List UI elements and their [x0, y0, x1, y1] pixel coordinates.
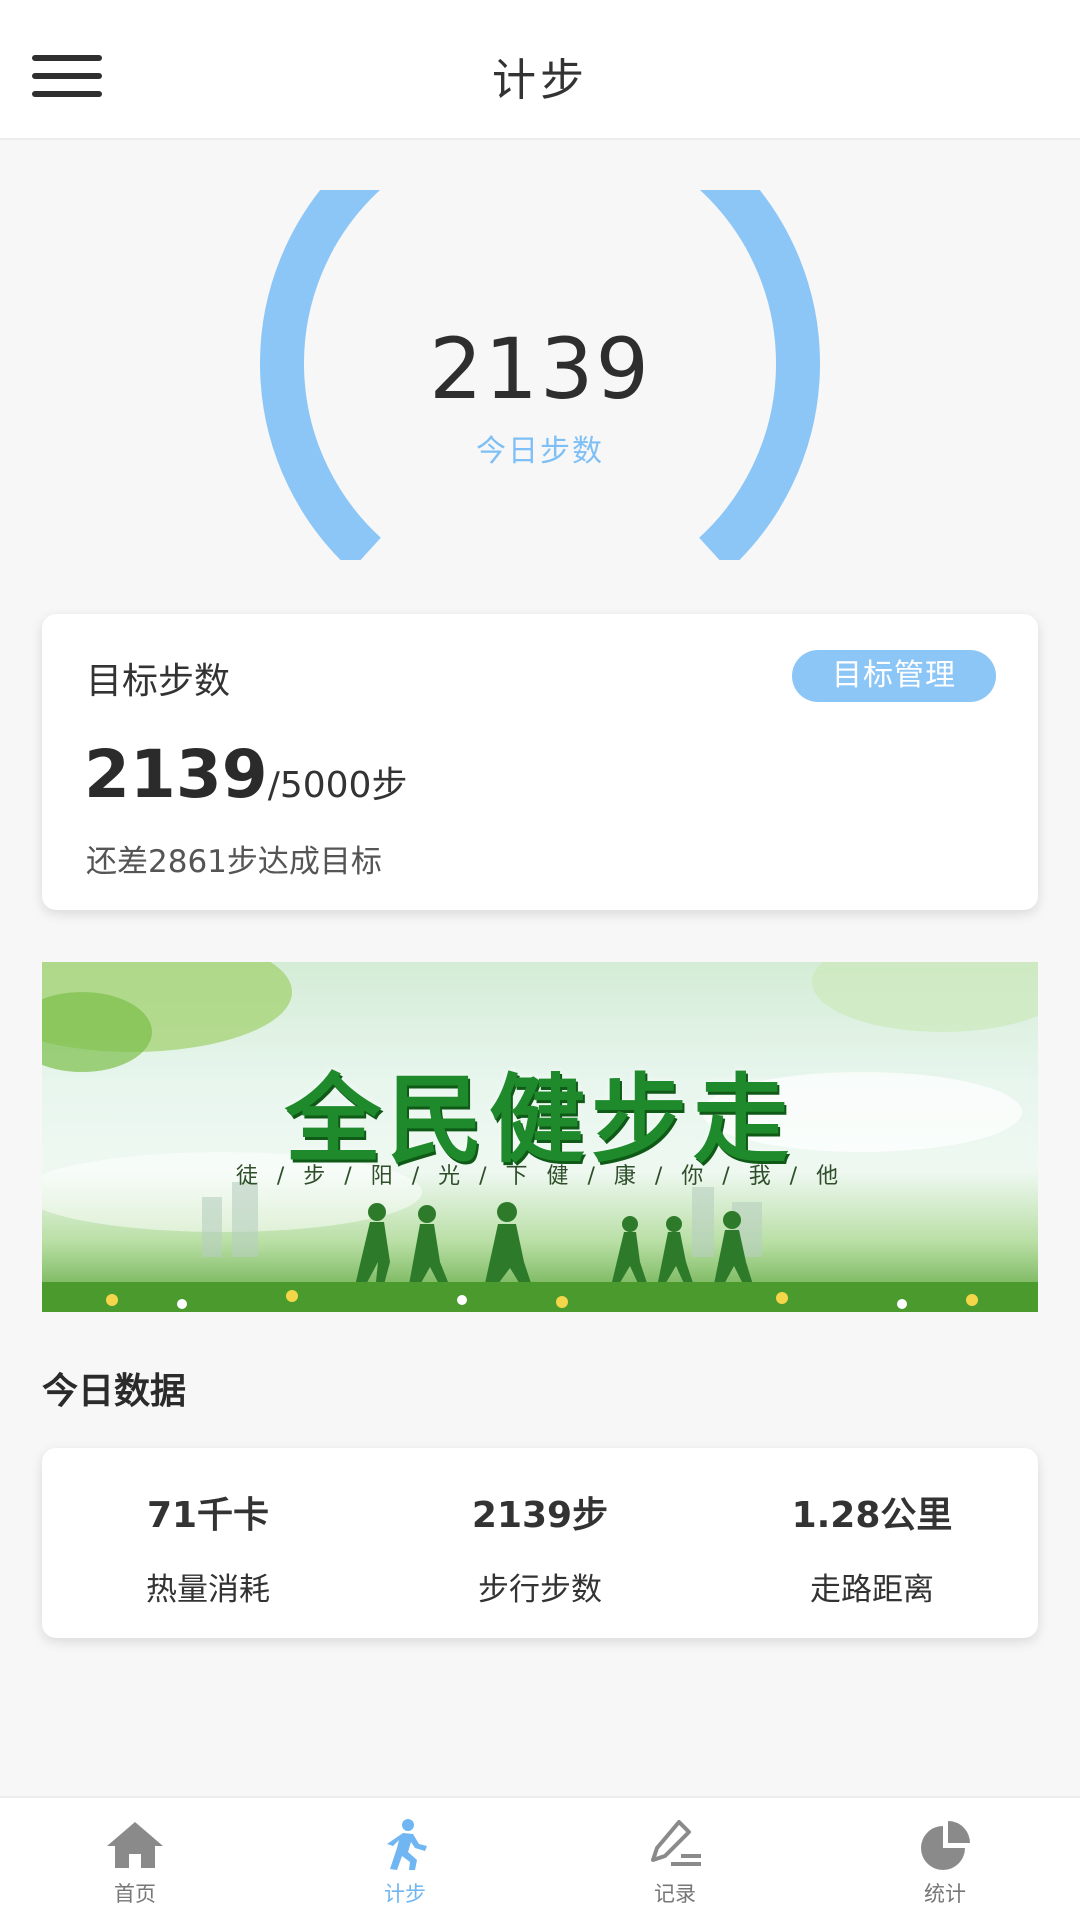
tab-home[interactable]: 首页: [0, 1798, 270, 1920]
walking-icon: [375, 1818, 435, 1872]
today-data-card: 71千卡 热量消耗 2139步 步行步数 1.28公里 走路距离: [42, 1448, 1038, 1638]
today-data-title: 今日数据: [42, 1371, 187, 1412]
banner-subtitle: 徒 / 步 / 阳 / 光 / 下 健 / 康 / 你 / 我 / 他: [235, 1164, 845, 1189]
pie-chart-icon: [915, 1818, 975, 1872]
stat-distance: 1.28公里 走路距离: [706, 1448, 1038, 1638]
stat-value: 71千卡: [146, 1495, 270, 1536]
tab-records[interactable]: 记录: [540, 1798, 810, 1920]
goal-remaining-text: 还差2861步达成目标: [86, 844, 382, 880]
goal-card: 目标步数 目标管理 2139/5000步 还差2861步达成目标: [42, 614, 1038, 910]
today-steps-value: 2139: [429, 320, 651, 418]
stat-calories: 71千卡 热量消耗: [42, 1448, 374, 1638]
pen-icon: [645, 1818, 705, 1872]
stat-steps: 2139步 步行步数: [374, 1448, 706, 1638]
page-title: 计步: [492, 55, 588, 106]
stat-value: 2139步: [471, 1495, 609, 1536]
tab-label: 统计: [924, 1882, 966, 1906]
stat-label: 热量消耗: [146, 1572, 270, 1608]
today-steps-label: 今日步数: [476, 434, 604, 469]
tab-statistics[interactable]: 统计: [810, 1798, 1080, 1920]
top-bar: 计步: [0, 0, 1080, 140]
stat-label: 走路距离: [810, 1572, 934, 1608]
tab-pedometer[interactable]: 计步: [270, 1798, 540, 1920]
stat-value: 1.28公里: [791, 1495, 953, 1536]
stat-label: 步行步数: [478, 1572, 602, 1608]
tab-label: 计步: [384, 1882, 426, 1906]
goal-target-steps: /5000步: [267, 765, 408, 806]
promo-banner[interactable]: 全民健步走 徒 / 步 / 阳 / 光 / 下 健 / 康 / 你 / 我 / …: [42, 962, 1038, 1312]
tab-label: 首页: [114, 1882, 156, 1906]
bottom-tab-bar: 首页 计步 记录 统计: [0, 1796, 1080, 1920]
goal-progress: 2139/5000步: [84, 736, 407, 813]
goal-manage-button[interactable]: 目标管理: [792, 650, 996, 702]
goal-title: 目标步数: [86, 661, 231, 702]
goal-current-steps: 2139: [84, 736, 268, 813]
step-gauge: 2139 今日步数: [260, 190, 820, 560]
tab-label: 记录: [654, 1882, 696, 1906]
home-icon: [105, 1818, 165, 1872]
